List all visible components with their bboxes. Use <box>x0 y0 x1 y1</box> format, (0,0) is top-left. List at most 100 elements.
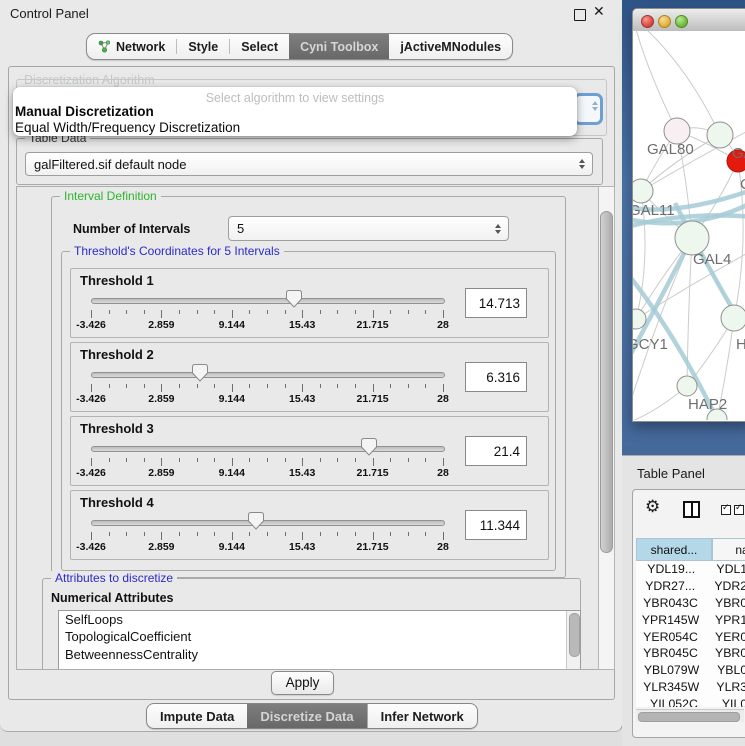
tick-label: 2.859 <box>148 467 174 479</box>
tick-mark <box>390 532 391 536</box>
tick-mark <box>302 310 303 318</box>
split-columns-icon[interactable] <box>683 501 700 518</box>
close-traffic-light-icon[interactable] <box>641 15 654 28</box>
list-item[interactable]: TopologicalCoefficient <box>59 628 580 645</box>
minimize-traffic-light-icon[interactable] <box>658 15 671 28</box>
table-data-group: Table Data galFiltered.sif default node <box>16 138 603 185</box>
table-row[interactable]: YDR27...YDR27 <box>636 578 745 595</box>
tick-mark <box>161 384 162 392</box>
cell-shared-name: YBR045C <box>636 646 705 660</box>
settings-scroll-thumb[interactable] <box>600 211 613 553</box>
threshold-value-field[interactable]: 6.316 <box>465 362 527 392</box>
slider-thumb[interactable] <box>248 512 264 530</box>
stepper-arrows <box>495 224 501 234</box>
table-row[interactable]: YDL19...YDL19 <box>636 561 745 578</box>
slider-tick-labels: -3.4262.8599.14415.4321.71528 <box>91 467 443 480</box>
table-horizontal-scrollbar[interactable] <box>636 709 744 722</box>
slider-thumb[interactable] <box>286 290 302 308</box>
table-row[interactable]: YBR045CYBR04 <box>636 645 745 662</box>
tab-impute-data[interactable]: Impute Data <box>147 704 247 728</box>
tab-style[interactable]: Style <box>177 34 229 59</box>
attributes-scroll-thumb[interactable] <box>569 613 580 657</box>
slider-track[interactable] <box>91 372 445 378</box>
number-of-intervals-value: 5 <box>237 221 244 236</box>
column-header-1[interactable]: shared... <box>636 538 712 561</box>
network-node[interactable] <box>721 305 745 331</box>
threshold-value-field[interactable]: 14.713 <box>465 288 527 318</box>
table-row[interactable]: YPR145WYPR14 <box>636 611 745 628</box>
slider-track[interactable] <box>91 520 445 526</box>
tick-mark <box>302 532 303 540</box>
cell-name: YBR04 <box>705 646 745 660</box>
network-canvas[interactable]: GAL80GACGAL11GAL4GCY1HHAP2 <box>633 31 745 420</box>
panel-title: Control Panel <box>10 6 89 21</box>
table-row[interactable]: YIL052CYIL05 <box>636 695 745 707</box>
cell-shared-name: YPR145W <box>636 613 705 627</box>
slider-thumb[interactable] <box>361 438 377 456</box>
network-window-titlebar[interactable] <box>633 9 745 32</box>
tick-label: 21.715 <box>357 319 389 331</box>
apply-button[interactable]: Apply <box>271 671 334 695</box>
tick-mark <box>373 532 374 540</box>
numerical-attributes-list[interactable]: SelfLoopsTopologicalCoefficientBetweenne… <box>58 610 581 670</box>
tick-mark <box>161 458 162 466</box>
threshold-panel-1: Threshold 1-3.4262.8599.14415.4321.71528… <box>70 268 549 338</box>
tick-mark <box>109 384 110 388</box>
popup-item-2[interactable]: Equal Width/Frequency Discretization <box>15 120 240 135</box>
network-node[interactable] <box>707 122 733 148</box>
slider-track[interactable] <box>91 298 445 304</box>
column-header-2[interactable]: na <box>712 538 745 561</box>
float-icon[interactable] <box>574 9 586 21</box>
algorithm-combobox-focused[interactable] <box>573 93 603 125</box>
zoom-traffic-light-icon[interactable] <box>675 15 688 28</box>
network-graph[interactable]: GAL80GACGAL11GAL4GCY1HHAP2 <box>633 31 745 420</box>
tab-label: Style <box>188 40 218 54</box>
tab-select[interactable]: Select <box>230 34 289 59</box>
tab-infer-network[interactable]: Infer Network <box>367 704 477 728</box>
tab-network[interactable]: Network <box>87 34 176 59</box>
slider-thumb[interactable] <box>192 364 208 382</box>
table-row[interactable]: YBR043CYBR04 <box>636 595 745 612</box>
cell-name: YER05 <box>705 630 745 644</box>
network-edge[interactable] <box>635 31 677 131</box>
tick-mark <box>126 384 127 388</box>
table-row[interactable]: YER054CYER05 <box>636 628 745 645</box>
tick-mark <box>197 458 198 462</box>
gear-icon[interactable]: ⚙ <box>645 497 660 517</box>
table-row[interactable]: YBL079WYBL07 <box>636 662 745 679</box>
node-label: H <box>736 336 745 353</box>
network-node[interactable] <box>675 221 709 255</box>
select-column-checkbox-icon[interactable] <box>734 505 744 515</box>
cell-name: YBR04 <box>705 596 745 610</box>
tick-mark <box>179 458 180 462</box>
attributes-list-scrollbar[interactable] <box>566 611 580 670</box>
slider-tick-labels: -3.4262.8599.14415.4321.71528 <box>91 393 443 406</box>
tick-mark <box>267 532 268 536</box>
table-hscroll-thumb[interactable] <box>638 712 740 722</box>
tab-cyni-toolbox[interactable]: Cyni Toolbox <box>289 34 389 59</box>
thresholds-group-label: Threshold's Coordinates for 5 Intervals <box>70 244 284 258</box>
select-all-checkbox-icon[interactable] <box>721 505 731 515</box>
close-icon[interactable]: ✕ <box>593 4 605 20</box>
number-of-intervals-combobox[interactable]: 5 <box>228 216 509 241</box>
list-item[interactable]: SelfLoops <box>59 611 580 628</box>
network-node[interactable] <box>677 376 697 396</box>
discretization-algorithm-label: Discretization Algorithm <box>24 73 155 87</box>
threshold-value-field[interactable]: 21.4 <box>465 436 527 466</box>
threshold-value-field[interactable]: 11.344 <box>465 510 527 540</box>
tick-mark <box>425 458 426 462</box>
settings-scrollbar[interactable] <box>598 186 615 670</box>
tick-mark <box>390 458 391 462</box>
node-label: GAL11 <box>633 202 675 219</box>
control-panel-window: Control Panel ✕ Network Style SelectCyni T… <box>0 0 623 732</box>
tick-mark <box>91 310 92 318</box>
network-node[interactable] <box>633 179 653 203</box>
node-label: HAP2 <box>688 396 727 413</box>
slider-track[interactable] <box>91 446 445 452</box>
table-data-combobox[interactable]: galFiltered.sif default node <box>25 152 593 176</box>
tab-discretize-data[interactable]: Discretize Data <box>247 704 366 728</box>
table-row[interactable]: YLR345WYLR34 <box>636 679 745 696</box>
list-item[interactable]: BetweennessCentrality <box>59 646 580 663</box>
popup-item-1[interactable]: Manual Discretization <box>15 104 154 119</box>
tab-jactivemnodules[interactable]: jActiveMNodules <box>389 34 512 59</box>
